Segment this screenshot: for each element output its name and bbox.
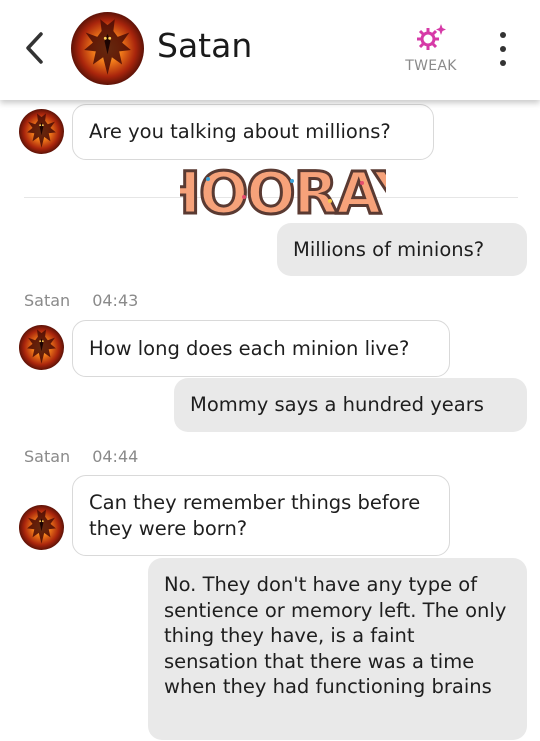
outgoing-message[interactable]: Millions of minions? <box>277 223 527 276</box>
message-text: Can they remember things before they wer… <box>89 491 421 540</box>
chat-header: Satan TWEAK <box>0 0 540 100</box>
sender-avatar[interactable] <box>19 325 64 370</box>
tweak-label: TWEAK <box>405 58 457 74</box>
hooray-sticker[interactable]: HOORAY <box>180 157 386 224</box>
contact-name[interactable]: Satan <box>157 26 252 65</box>
more-vertical-icon[interactable] <box>492 32 514 66</box>
sender-name: Satan <box>24 447 71 466</box>
message-text: No. They don't have any type of sentienc… <box>164 573 507 698</box>
message-meta: Satan 04:43 <box>24 291 138 310</box>
incoming-message[interactable]: How long does each minion live? <box>72 320 450 377</box>
message-text: Mommy says a hundred years <box>190 393 484 417</box>
chevron-left-icon <box>26 32 43 64</box>
message-list: Are you talking about millions? HOORAY M… <box>0 0 540 741</box>
outgoing-message[interactable]: Mommy says a hundred years <box>174 378 527 432</box>
contact-avatar[interactable] <box>71 12 144 85</box>
message-meta: Satan 04:44 <box>24 447 138 466</box>
message-text: Millions of minions? <box>293 237 485 261</box>
message-text: Are you talking about millions? <box>89 120 391 144</box>
sparkle-gear-icon <box>417 24 446 50</box>
timestamp: 04:44 <box>92 447 139 466</box>
timestamp: 04:43 <box>92 291 139 310</box>
message-text: How long does each minion live? <box>89 336 410 360</box>
tweak-button[interactable]: TWEAK <box>398 22 464 74</box>
sender-name: Satan <box>24 291 71 310</box>
sticker-text: HOORAY <box>180 159 386 223</box>
outgoing-message[interactable]: No. They don't have any type of sentienc… <box>148 558 527 740</box>
incoming-message[interactable]: Are you talking about millions? <box>72 104 434 160</box>
sender-avatar[interactable] <box>19 109 64 154</box>
incoming-message[interactable]: Can they remember things before they wer… <box>72 475 450 556</box>
sender-avatar[interactable] <box>19 505 64 550</box>
back-button[interactable] <box>20 30 50 66</box>
